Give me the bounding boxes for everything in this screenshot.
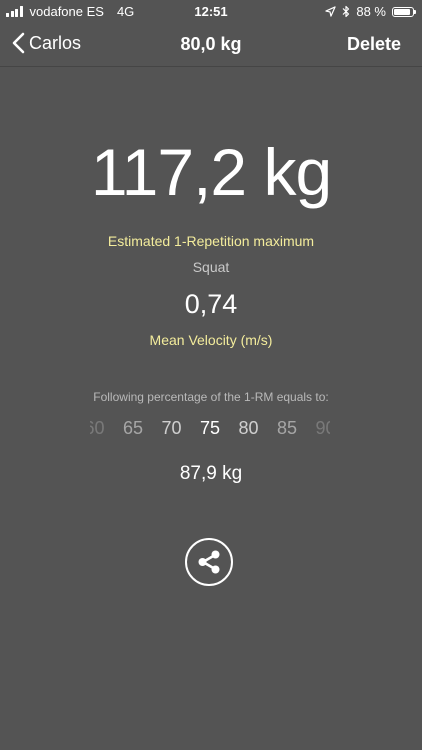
percentage-caption: Following percentage of the 1-RM equals … (93, 390, 329, 404)
percentage-option-80[interactable]: 80 (234, 418, 264, 439)
location-arrow-icon (325, 6, 337, 17)
share-icon (198, 550, 220, 574)
percentage-option-85[interactable]: 85 (272, 418, 302, 439)
one-rm-label: Estimated 1-Repetition maximum (107, 233, 315, 249)
percentage-picker[interactable]: 60 65 70 75 80 85 90 (90, 416, 330, 442)
battery-icon (392, 6, 416, 17)
percentage-option-65[interactable]: 65 (118, 418, 148, 439)
percentage-option-70[interactable]: 70 (157, 418, 187, 439)
navigation-bar: Carlos 80,0 kg Delete (0, 24, 422, 67)
status-right: 88 % (325, 4, 416, 19)
velocity-value: 0,74 (184, 289, 238, 319)
bluetooth-icon (342, 5, 350, 18)
status-bar: vodafone ES 4G 12:51 88 % (0, 0, 422, 24)
percentage-option-60[interactable]: 60 (90, 418, 110, 439)
percentage-result: 87,9 kg (179, 463, 243, 484)
one-rm-value: 117,2 kg (90, 135, 332, 209)
exercise-name: Squat (192, 259, 230, 275)
share-button[interactable] (185, 538, 233, 586)
delete-button[interactable]: Delete (347, 34, 401, 55)
battery-fill (394, 8, 410, 15)
percentage-option-90[interactable]: 90 (311, 418, 330, 439)
percentage-option-75[interactable]: 75 (195, 418, 225, 439)
battery-percentage: 88 % (356, 4, 386, 19)
velocity-label: Mean Velocity (m/s) (149, 332, 273, 348)
